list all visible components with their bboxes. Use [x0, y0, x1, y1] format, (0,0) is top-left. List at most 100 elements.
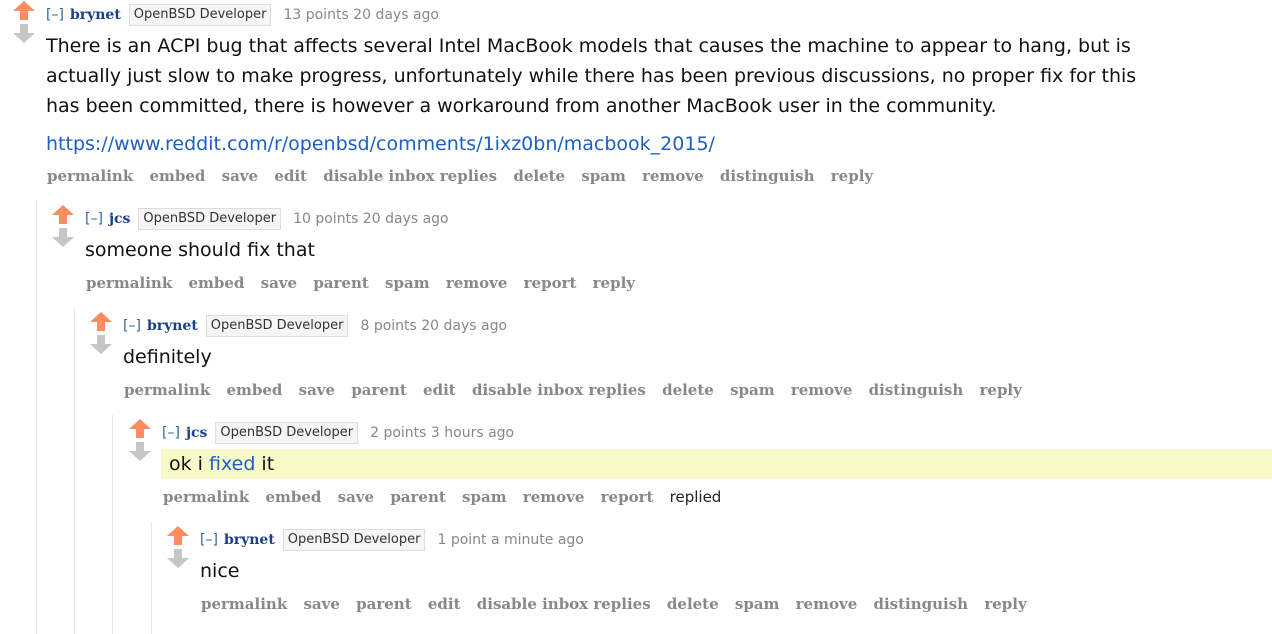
comment-body: definitely [123, 346, 212, 368]
permalink-button[interactable]: permalink [86, 274, 172, 292]
delete-button[interactable]: delete [662, 381, 714, 399]
reddit-thread-link[interactable]: https://www.reddit.com/r/openbsd/comment… [46, 133, 715, 155]
embed-button[interactable]: embed [188, 274, 244, 292]
edit-button[interactable]: edit [423, 381, 456, 399]
body-line: There is an ACPI bug that affects severa… [46, 35, 1131, 57]
downvote-arrow-icon[interactable] [128, 442, 152, 462]
user-flair: OpenBSD Developer [215, 422, 359, 444]
reply-button[interactable]: reply [980, 381, 1022, 399]
permalink-button[interactable]: permalink [47, 167, 133, 185]
disable-inbox-replies-button[interactable]: disable inbox replies [323, 167, 497, 185]
spam-button[interactable]: spam [730, 381, 775, 399]
body-text: it [255, 453, 275, 475]
edit-button[interactable]: edit [428, 595, 461, 613]
comment-2: [–] jcs OpenBSD Developer 10 points 20 d… [51, 204, 1272, 304]
distinguish-button[interactable]: distinguish [720, 167, 815, 185]
comment-body: nice [200, 560, 240, 582]
spam-button[interactable]: spam [735, 595, 780, 613]
comment-actions: permalink embed save parent spam remove … [86, 274, 646, 292]
author-link[interactable]: brynet [224, 532, 275, 548]
spam-button[interactable]: spam [385, 274, 430, 292]
remove-button[interactable]: remove [796, 595, 858, 613]
upvote-arrow-icon[interactable] [51, 204, 75, 224]
thread-line-4 [151, 522, 152, 634]
user-flair: OpenBSD Developer [128, 4, 272, 26]
comment-body: someone should fix that [85, 239, 315, 261]
comment-tagline: [–] jcs OpenBSD Developer 10 points 20 d… [85, 208, 449, 230]
thread-line-2 [74, 308, 75, 634]
remove-button[interactable]: remove [642, 167, 704, 185]
embed-button[interactable]: embed [265, 488, 321, 506]
collapse-toggle[interactable]: [–] [123, 318, 141, 334]
body-text: ok i [169, 453, 209, 475]
remove-button[interactable]: remove [791, 381, 853, 399]
user-flair: OpenBSD Developer [205, 315, 349, 337]
comment-5: [–] brynet OpenBSD Developer 1 point a m… [166, 525, 1272, 625]
reply-button[interactable]: reply [831, 167, 873, 185]
parent-button[interactable]: parent [390, 488, 446, 506]
collapse-toggle[interactable]: [–] [162, 425, 180, 441]
permalink-button[interactable]: permalink [201, 595, 287, 613]
report-button[interactable]: report [524, 274, 577, 292]
delete-button[interactable]: delete [513, 167, 565, 185]
save-button[interactable]: save [261, 274, 297, 292]
author-link[interactable]: jcs [109, 211, 130, 227]
score-and-time: 8 points 20 days ago [360, 318, 508, 334]
distinguish-button[interactable]: distinguish [873, 595, 968, 613]
edit-button[interactable]: edit [274, 167, 307, 185]
collapse-toggle[interactable]: [–] [46, 7, 64, 23]
disable-inbox-replies-button[interactable]: disable inbox replies [477, 595, 651, 613]
score-and-time: 1 point a minute ago [437, 532, 584, 548]
comment-actions: permalink embed save parent edit disable… [124, 381, 1033, 399]
disable-inbox-replies-button[interactable]: disable inbox replies [472, 381, 646, 399]
comment-tagline: [–] brynet OpenBSD Developer 13 points 2… [46, 4, 439, 26]
score-and-time: 10 points 20 days ago [293, 211, 449, 227]
delete-button[interactable]: delete [667, 595, 719, 613]
comment-actions: permalink embed save edit disable inbox … [47, 167, 884, 185]
save-button[interactable]: save [303, 595, 339, 613]
comment-tagline: [–] jcs OpenBSD Developer 2 points 3 hou… [162, 422, 514, 444]
permalink-button[interactable]: permalink [124, 381, 210, 399]
thread-line-1 [36, 200, 37, 634]
collapse-toggle[interactable]: [–] [85, 211, 103, 227]
replied-status: replied [669, 488, 722, 506]
body-line: actually just slow to make progress, unf… [46, 65, 1137, 87]
embed-button[interactable]: embed [226, 381, 282, 399]
remove-button[interactable]: remove [446, 274, 508, 292]
parent-button[interactable]: parent [356, 595, 412, 613]
spam-button[interactable]: spam [462, 488, 507, 506]
save-button[interactable]: save [338, 488, 374, 506]
comment-actions: permalink save parent edit disable inbox… [201, 595, 1038, 613]
score-and-time: 13 points 20 days ago [283, 7, 439, 23]
upvote-arrow-icon[interactable] [166, 525, 190, 545]
author-link[interactable]: brynet [147, 318, 198, 334]
upvote-arrow-icon[interactable] [12, 0, 36, 20]
spam-button[interactable]: spam [581, 167, 626, 185]
downvote-arrow-icon[interactable] [89, 335, 113, 355]
upvote-arrow-icon[interactable] [128, 418, 152, 438]
user-flair: OpenBSD Developer [282, 529, 426, 551]
distinguish-button[interactable]: distinguish [869, 381, 964, 399]
permalink-button[interactable]: permalink [163, 488, 249, 506]
author-link[interactable]: brynet [70, 7, 121, 23]
parent-button[interactable]: parent [351, 381, 407, 399]
collapse-toggle[interactable]: [–] [200, 532, 218, 548]
comment-4: [–] jcs OpenBSD Developer 2 points 3 hou… [128, 418, 1272, 518]
downvote-arrow-icon[interactable] [166, 549, 190, 569]
thread-line-3 [112, 415, 113, 634]
save-button[interactable]: save [299, 381, 335, 399]
save-button[interactable]: save [222, 167, 258, 185]
comment-3: [–] brynet OpenBSD Developer 8 points 20… [89, 311, 1272, 411]
author-link[interactable]: jcs [186, 425, 207, 441]
fixed-link[interactable]: fixed [209, 453, 255, 475]
score-and-time: 2 points 3 hours ago [370, 425, 515, 441]
downvote-arrow-icon[interactable] [12, 24, 36, 44]
remove-button[interactable]: remove [523, 488, 585, 506]
embed-button[interactable]: embed [149, 167, 205, 185]
reply-button[interactable]: reply [593, 274, 635, 292]
reply-button[interactable]: reply [984, 595, 1026, 613]
downvote-arrow-icon[interactable] [51, 228, 75, 248]
upvote-arrow-icon[interactable] [89, 311, 113, 331]
report-button[interactable]: report [601, 488, 654, 506]
parent-button[interactable]: parent [313, 274, 369, 292]
